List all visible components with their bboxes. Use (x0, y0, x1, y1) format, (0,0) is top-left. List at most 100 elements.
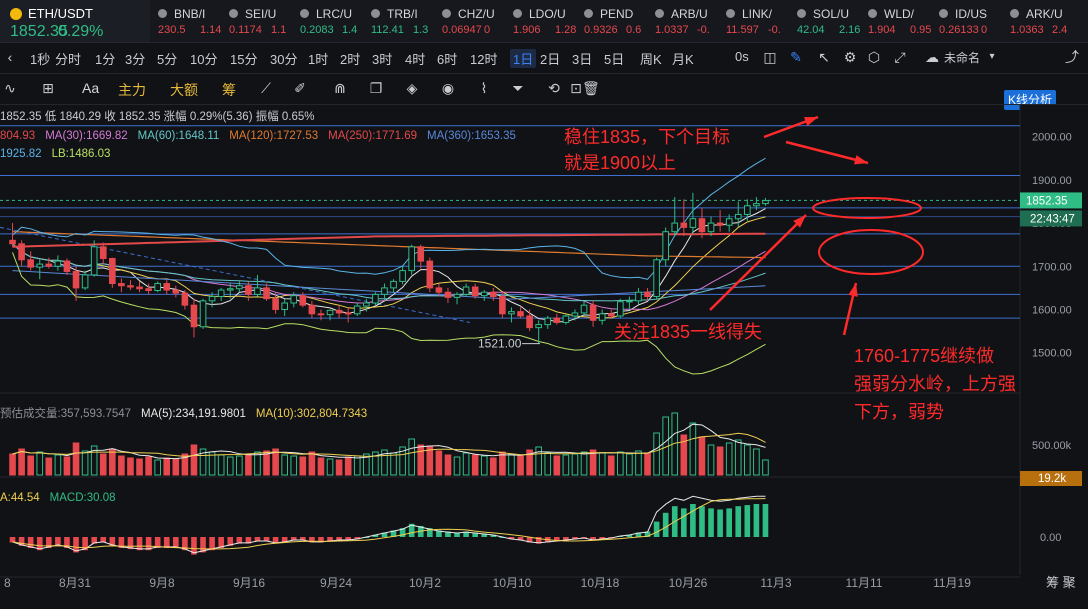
ticker-item[interactable]: LDO/U 1.906 1.28 (513, 4, 581, 38)
hexagon-icon[interactable]: ⬡ (866, 49, 882, 65)
ticker-item[interactable]: BNB/I 230.5 1.14 (158, 4, 226, 38)
ticker-symbol: BNB/I (174, 7, 206, 21)
indicator-icon[interactable]: ∿ (2, 80, 18, 96)
chip-tool[interactable]: 筹 (222, 80, 236, 100)
volume-bar (753, 448, 760, 476)
ticker-price: 0.1174 (229, 24, 262, 36)
period-tab[interactable]: 3分 (125, 49, 145, 68)
camera-icon[interactable]: ◫ (762, 49, 778, 65)
candle (435, 287, 443, 293)
period-tab[interactable]: 4时 (405, 49, 425, 68)
current-price-label: 1852.35 (1026, 195, 1068, 207)
volume-bar (254, 451, 261, 476)
replace-icon[interactable]: ⟲ (546, 80, 562, 96)
candle (145, 288, 152, 291)
ticker-item[interactable]: LINK/11.597 -0. (726, 4, 794, 38)
copy-icon[interactable]: ❐ (368, 80, 384, 96)
big-order-tool[interactable]: 大额 (170, 80, 198, 100)
volume-bar (335, 459, 343, 476)
period-tab[interactable]: 6时 (437, 49, 457, 68)
ticker-symbol: ARB/U (671, 7, 708, 21)
coin-icon (513, 9, 522, 18)
share-icon[interactable]: ⤴ (1064, 49, 1080, 65)
candle (308, 304, 316, 315)
ticker-symbol: PEND (600, 7, 634, 21)
candle (72, 270, 80, 289)
candle (562, 315, 570, 323)
ruler-icon[interactable]: ⟋ (258, 80, 274, 96)
magnet-icon[interactable]: ⋒ (332, 80, 348, 96)
annotation-target: 稳住1835，下个目标 就是1900以上 (564, 124, 730, 176)
settings-icon[interactable]: ⚙ (842, 49, 858, 65)
chart-name[interactable]: 未命名 (944, 49, 980, 66)
period-tab[interactable]: 2日 (540, 49, 560, 68)
brush-icon[interactable]: ✐ (292, 80, 308, 96)
ticker-change: 0 (484, 24, 491, 36)
visibility-icon[interactable]: ◉ (440, 80, 456, 96)
coin-icon (371, 9, 380, 18)
ticker-item[interactable]: SOL/U 42.04 2.16 (797, 4, 865, 38)
period-tab[interactable]: 30分 (270, 49, 297, 68)
period-tab[interactable]: 分时 (55, 49, 81, 68)
period-tab[interactable]: 12时 (470, 49, 497, 68)
ticker-item[interactable]: TRB/I 112.41 1.3 (371, 4, 439, 38)
period-tab[interactable]: 周K (640, 49, 662, 68)
ticker-item[interactable]: WLD/1.904 0.95 (868, 4, 936, 38)
period-tab[interactable]: 5日 (604, 49, 624, 68)
text-tool[interactable]: Aa (82, 80, 99, 96)
period-tab[interactable]: 1日 (510, 49, 537, 68)
legend-item: MA(60):1648.11 (137, 130, 220, 142)
period-tab[interactable]: 5分 (157, 49, 177, 68)
ticker-price: 11.597 (726, 24, 759, 36)
candle (617, 301, 624, 317)
annotation-1835: 关注1835一线得失 (614, 322, 763, 342)
candle (680, 222, 688, 228)
period-tab[interactable]: 1时 (308, 49, 328, 68)
period-tab[interactable]: 3时 (372, 49, 392, 68)
draw-icon[interactable]: ⌇ (476, 80, 492, 96)
ticker-item[interactable]: ARK/U 1.0363 2.4 (1010, 4, 1078, 38)
ticker-main[interactable]: ETH/USDT 1852.35 0.29% (0, 0, 150, 42)
cursor-icon[interactable]: ↖ (816, 49, 832, 65)
trash-icon[interactable]: 🗑 (582, 80, 600, 96)
ticker-item[interactable]: CHZ/U 0.06947 0 (442, 4, 510, 38)
ticker-price: 1.904 (868, 24, 896, 36)
chevron-down-icon[interactable]: ▾ (984, 49, 1000, 65)
ticker-price: 0.9326 (584, 24, 618, 36)
chevron-left-icon[interactable]: ‹ (2, 49, 18, 65)
period-tab[interactable]: 1分 (95, 49, 115, 68)
add-indicator-icon[interactable]: ⊞ (40, 80, 56, 96)
volume-bar (689, 422, 697, 476)
pen-icon[interactable]: ✎ (788, 49, 804, 65)
legend-item: 804.93 (0, 130, 36, 142)
volume-bar (725, 442, 733, 476)
main-force-tool[interactable]: 主力 (118, 80, 146, 100)
ticker-item[interactable]: LRC/U 0.2083 1.4 (300, 4, 368, 38)
ticker-item[interactable]: ARB/U 1.0337 -0. (655, 4, 723, 38)
volume-bar (99, 453, 107, 476)
period-tab[interactable]: 月K (672, 49, 694, 68)
period-tab[interactable]: 3日 (572, 49, 592, 68)
ticker-item[interactable]: PEND 0.9326 0.6 (584, 4, 652, 38)
ticker-change: 1.28 (555, 24, 577, 36)
period-tab[interactable]: 1秒 (30, 49, 50, 68)
ticker-change: 2.16 (839, 24, 861, 36)
ticker-price: 0.2083 (300, 24, 334, 36)
fullscreen-icon[interactable]: ⤢ (892, 49, 908, 65)
volume-bar (308, 451, 316, 476)
filter-icon[interactable]: ⏷ (510, 80, 526, 96)
ticker-item[interactable]: ID/US 0.26133 0 (939, 4, 1007, 38)
period-tab[interactable]: 2时 (340, 49, 360, 68)
ticker-item[interactable]: SEI/U 0.1174 1.1 (229, 4, 297, 38)
legend-item: MA(360):1653.35 (427, 130, 516, 142)
ticker-main-change: 0.29% (58, 23, 104, 40)
macd-bar (173, 537, 179, 548)
macd-bar (762, 504, 769, 537)
period-tab[interactable]: 15分 (230, 49, 257, 68)
candle (580, 304, 588, 314)
coin-icon (868, 9, 877, 18)
candle (353, 305, 361, 315)
layers-icon[interactable]: ◈ (404, 80, 420, 96)
timezone-label[interactable]: 0s (735, 49, 749, 64)
period-tab[interactable]: 10分 (190, 49, 217, 68)
